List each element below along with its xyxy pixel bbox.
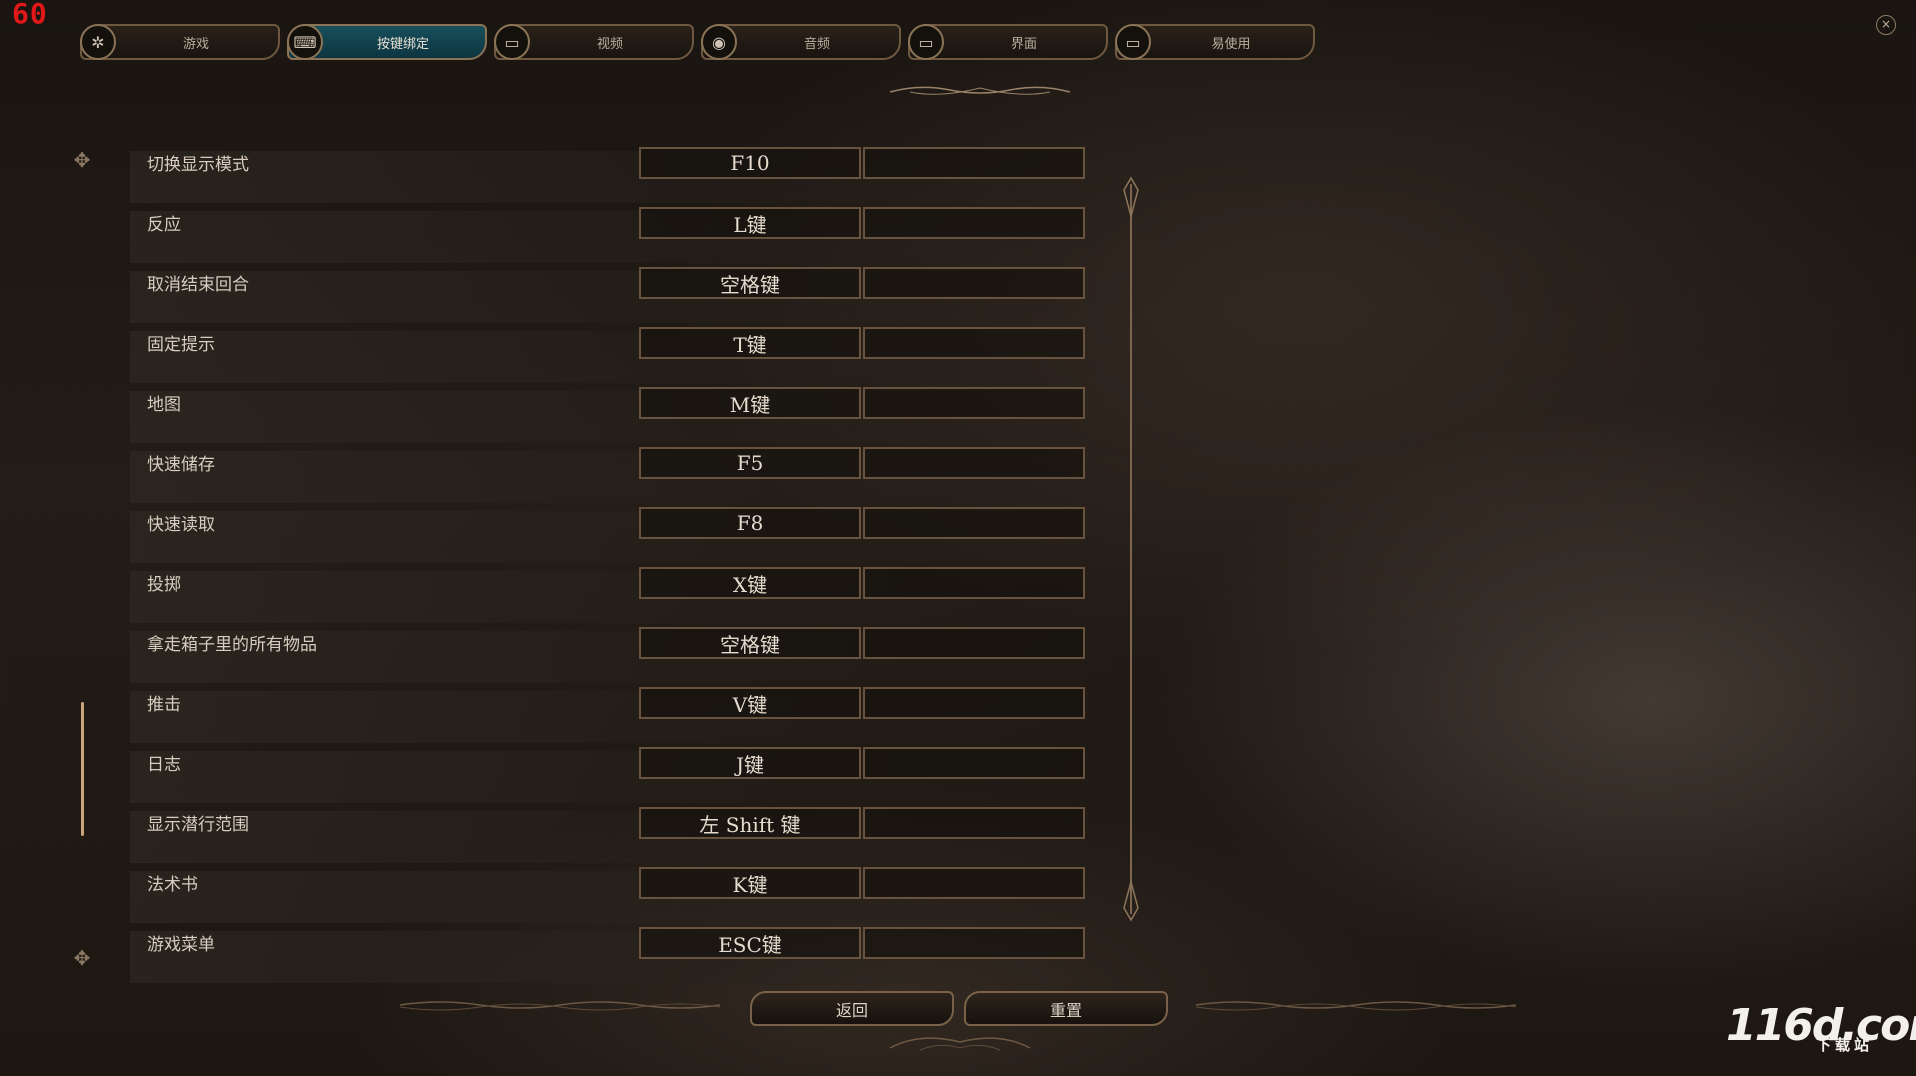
action-label: 游戏菜单 [147,935,215,955]
monitor-icon: ▭ [494,24,530,60]
primary-key-slot[interactable]: 空格键 [639,627,861,659]
tab-keybinds[interactable]: ⌨ 按键绑定 [287,24,487,60]
keybind-row: 快速读取 F8 [130,507,1120,567]
scroll-down-ornament-icon: ✥ [73,946,91,970]
secondary-key-slot[interactable] [863,687,1085,719]
primary-key-slot[interactable]: J键 [639,747,861,779]
footer-flourish-ornament [889,1037,1031,1051]
secondary-key-slot[interactable] [863,807,1085,839]
primary-key-slot[interactable]: X键 [639,567,861,599]
action-label: 法术书 [147,875,198,895]
tab-game[interactable]: ✲ 游戏 [80,24,280,60]
tab-accessibility[interactable]: ▭ 易使用 [1115,24,1315,60]
tab-label: 易使用 [1211,36,1251,52]
audio-icon: ◉ [701,24,737,60]
primary-key-slot[interactable]: L键 [639,207,861,239]
keybind-row: 取消结束回合 空格键 [130,267,1120,327]
keybind-row: 投掷 X键 [130,567,1120,627]
action-label: 快速储存 [147,455,215,475]
keybind-row: 地图 M键 [130,387,1120,447]
primary-key-slot[interactable]: F8 [639,507,861,539]
keybind-row: 推击 V键 [130,687,1120,747]
keybind-row: 显示潜行范围 左 Shift 键 [130,807,1120,867]
primary-key-slot[interactable]: T键 [639,327,861,359]
reset-button[interactable]: 重置 [964,991,1168,1026]
secondary-key-slot[interactable] [863,507,1085,539]
secondary-key-slot[interactable] [863,927,1085,959]
secondary-key-slot[interactable] [863,627,1085,659]
watermark-sub: 下载站 [1816,1036,1874,1054]
primary-key-slot[interactable]: 左 Shift 键 [639,807,861,839]
action-label: 推击 [147,695,181,715]
action-label: 取消结束回合 [147,275,249,295]
keybind-row: 法术书 K键 [130,867,1120,927]
site-watermark-logo: 116d.com 下载站 [1726,1000,1916,1060]
keybind-icon: ⌨ [287,24,323,60]
scrollbar[interactable] [1121,176,1141,922]
tab-label: 按键绑定 [376,36,429,52]
tab-audio[interactable]: ◉ 音频 [701,24,901,60]
header-divider-ornament [480,86,1480,95]
keybind-list: 切换显示模式 F10 反应 L键 取消结束回合 空格键 固定提示 T键 地图 M… [130,147,1120,987]
tab-label: 视频 [596,36,623,52]
gear-icon: ✲ [80,24,116,60]
scroll-up-ornament-icon: ✥ [73,148,91,172]
primary-key-slot[interactable]: M键 [639,387,861,419]
primary-key-slot[interactable]: F10 [639,147,861,179]
tab-label: 音频 [803,36,830,52]
secondary-key-slot[interactable] [863,327,1085,359]
primary-key-slot[interactable]: V键 [639,687,861,719]
scroll-position-indicator[interactable] [81,702,84,836]
accessibility-icon: ▭ [1115,24,1151,60]
keybind-row: 固定提示 T键 [130,327,1120,387]
tab-label: 界面 [1010,36,1037,52]
keybind-row: 反应 L键 [130,207,1120,267]
action-label: 快速读取 [147,515,215,535]
keybind-row: 日志 J键 [130,747,1120,807]
keybind-row: 拿走箱子里的所有物品 空格键 [130,627,1120,687]
settings-tabs: ✲ 游戏 ⌨ 按键绑定 ▭ 视频 ◉ 音频 ▭ 界面 ▭ 易使用 [80,24,1315,60]
keybind-row: 切换显示模式 F10 [130,147,1120,207]
close-icon[interactable]: × [1876,15,1896,35]
secondary-key-slot[interactable] [863,567,1085,599]
action-label: 投掷 [147,575,181,595]
primary-key-slot[interactable]: F5 [639,447,861,479]
secondary-key-slot[interactable] [863,387,1085,419]
secondary-key-slot[interactable] [863,267,1085,299]
tab-video[interactable]: ▭ 视频 [494,24,694,60]
fps-counter: 60 [12,0,48,30]
monitor-icon: ▭ [908,24,944,60]
primary-key-slot[interactable]: K键 [639,867,861,899]
action-label: 切换显示模式 [147,155,249,175]
primary-key-slot[interactable]: ESC键 [639,927,861,959]
secondary-key-slot[interactable] [863,747,1085,779]
secondary-key-slot[interactable] [863,447,1085,479]
primary-key-slot[interactable]: 空格键 [639,267,861,299]
back-button[interactable]: 返回 [750,991,954,1026]
action-label: 固定提示 [147,335,215,355]
keybind-row: 游戏菜单 ESC键 [130,927,1120,987]
keybind-row: 快速储存 F5 [130,447,1120,507]
action-label: 地图 [147,395,181,415]
tab-label: 游戏 [182,36,209,52]
secondary-key-slot[interactable] [863,867,1085,899]
action-label: 反应 [147,215,181,235]
secondary-key-slot[interactable] [863,207,1085,239]
action-label: 拿走箱子里的所有物品 [147,635,317,655]
action-label: 显示潜行范围 [147,815,249,835]
footer-divider-ornament [400,1001,1516,1011]
action-label: 日志 [147,755,181,775]
secondary-key-slot[interactable] [863,147,1085,179]
tab-interface[interactable]: ▭ 界面 [908,24,1108,60]
